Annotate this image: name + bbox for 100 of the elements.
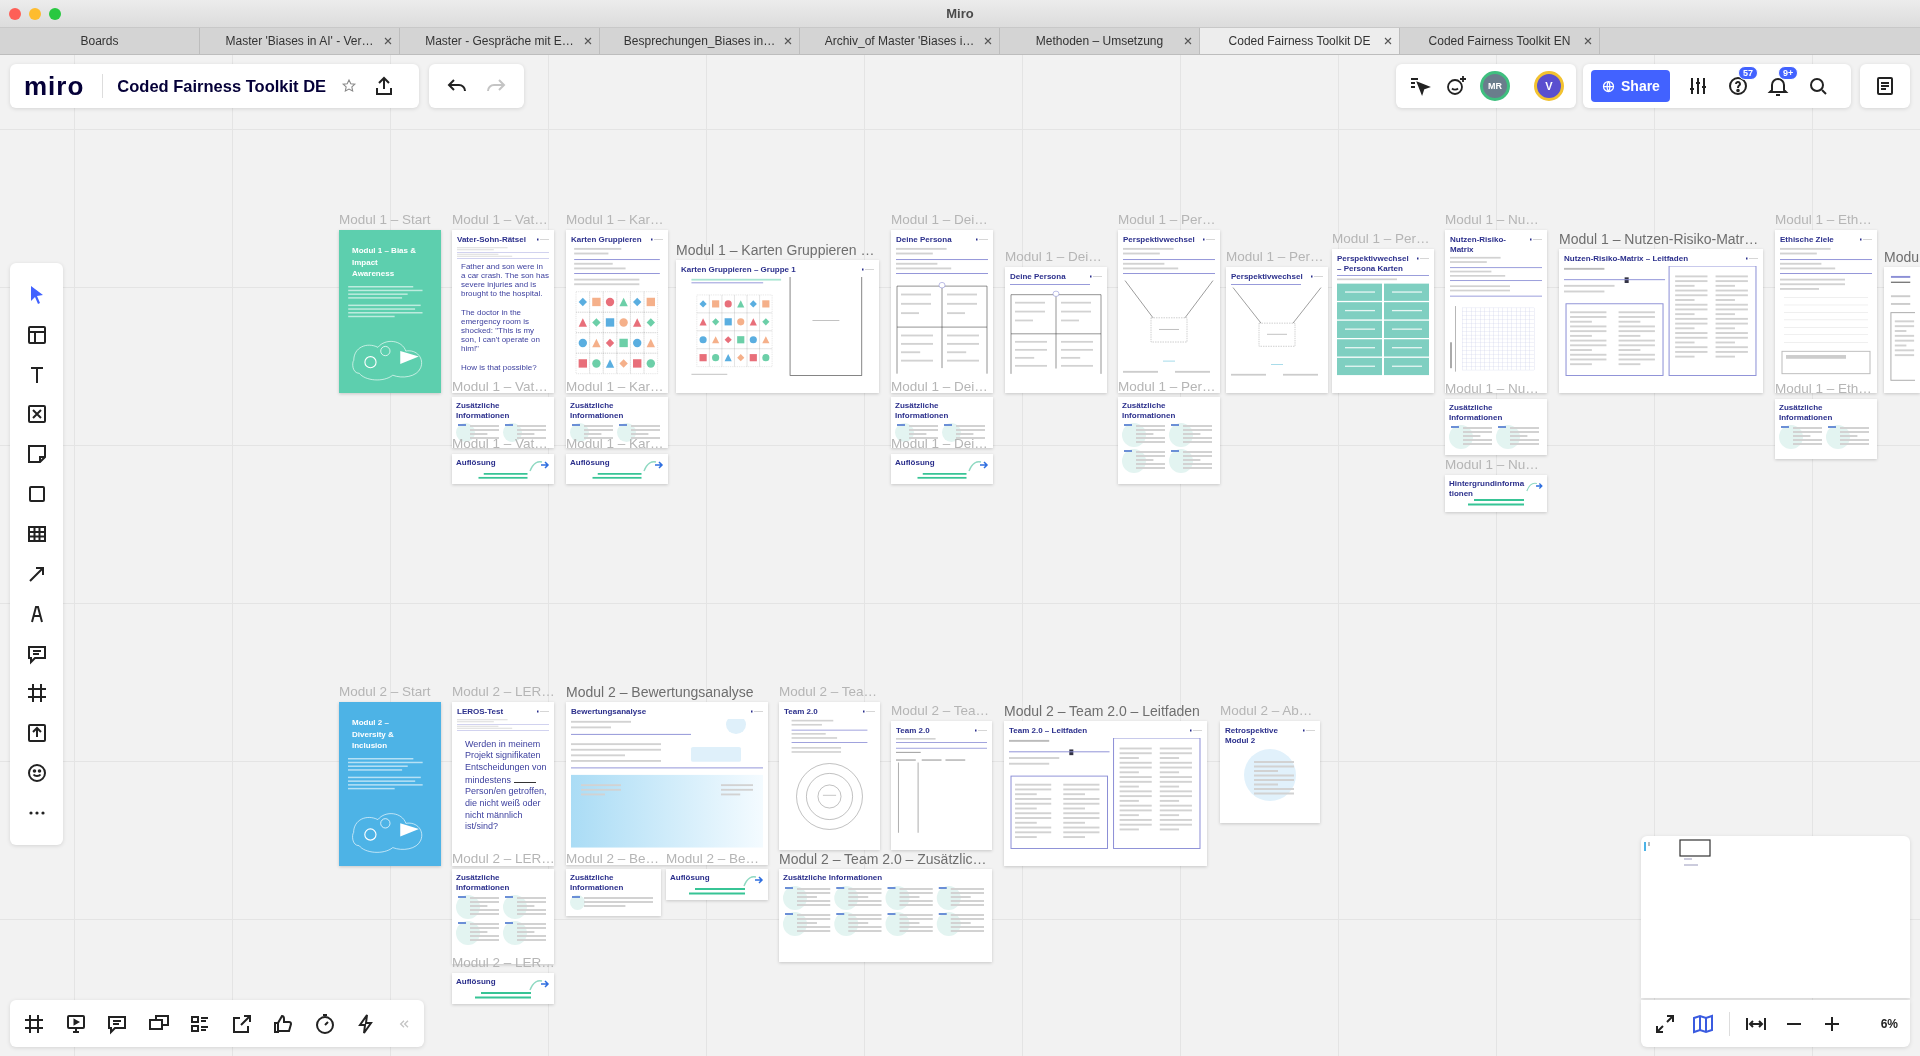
card-heading: Retrospektive Modul 2 xyxy=(1225,726,1279,746)
board-card[interactable]: Karten Gruppieren – Gruppe 1 xyxy=(676,260,879,393)
card-heading: Vater-Sohn-Rätsel xyxy=(457,235,526,245)
card-heading: Zusätzliche Informationen xyxy=(570,873,625,893)
logo-mark-icon xyxy=(537,237,549,242)
frame-title[interactable]: Modul 1 – Karten Gruppieren … xyxy=(676,242,875,258)
board-card[interactable]: Auflösung xyxy=(666,869,768,900)
card-heading: Zusätzliche Informationen xyxy=(1449,403,1504,423)
board-card[interactable]: Retrospektive Modul 2 xyxy=(1220,721,1320,823)
user-avatar[interactable]: V xyxy=(1534,71,1564,101)
riddle-text: Father and son were in a car crash. The son has severe injuries and is brought to the hospital. The doctor in the emergency room is shocked: "This is my son, I can't operate on him!" How is that possible? xyxy=(461,261,549,372)
board-card[interactable]: Zusätzliche Informationen xyxy=(1118,397,1220,484)
card-heading: Auflösung xyxy=(456,458,496,468)
card-heading: Team 2.0 – Leitfaden xyxy=(1009,726,1088,736)
minimap-viewport-drawing xyxy=(1643,839,1711,867)
card-heading: Zusätzliche Informationen xyxy=(783,873,884,883)
document-content-drawing xyxy=(1244,749,1296,802)
card-heading: Deine Persona xyxy=(1010,272,1066,282)
logo-mark-icon xyxy=(1746,256,1758,261)
frame-title[interactable]: Modul 2 – Team 2.0 – Zusätzlic… xyxy=(779,851,987,867)
logo-mark-icon xyxy=(1303,728,1315,733)
card-heading: Zusätzliche Informationen xyxy=(456,401,511,421)
board-card[interactable] xyxy=(452,230,554,393)
close-icon[interactable] xyxy=(983,36,993,46)
browser-tab[interactable]: Coded Fairness Toolkit DE xyxy=(1200,28,1400,54)
card-heading: Modul 1 – Bias & Impact Awareness xyxy=(351,245,417,281)
share-button[interactable]: Share xyxy=(1591,70,1670,102)
card-heading: Ethische Ziele xyxy=(1780,235,1834,245)
logo-mark-icon xyxy=(751,709,763,714)
add-reaction-icon[interactable] xyxy=(1444,74,1468,98)
link-text-drawing xyxy=(473,992,533,1000)
board-title[interactable]: Coded Fairness Toolkit DE xyxy=(117,76,327,96)
zoom-level[interactable]: 6% xyxy=(1880,1016,1898,1031)
board-card[interactable]: Zusätzliche Informationen xyxy=(1775,399,1877,459)
board-card[interactable]: Auflösung xyxy=(452,454,554,484)
board-card[interactable]: Team 2.0 xyxy=(779,702,880,850)
board-card[interactable]: Zusätzliche Informationen xyxy=(566,869,661,916)
board-card[interactable]: Perspektivwechsel – Persona Karten xyxy=(1332,249,1434,393)
miro-logo[interactable]: miro xyxy=(24,73,85,99)
card-heading: Auflösung xyxy=(570,458,610,468)
card-heading: Hintergrundinformationen xyxy=(1449,479,1525,499)
card-heading: Auflösung xyxy=(670,873,710,883)
logo-mark-icon xyxy=(862,267,874,272)
logo-mark-icon xyxy=(1530,237,1542,242)
card-heading: Modul 2 – Diversity & Inclusion xyxy=(351,717,395,753)
close-icon[interactable] xyxy=(783,36,793,46)
user-avatar[interactable]: MR xyxy=(1480,71,1510,101)
board-card[interactable]: Auflösung xyxy=(452,973,554,1004)
frame-title[interactable]: Modul 2 – Team 2.0 – Leitfaden xyxy=(1004,703,1200,719)
logo-mark-icon xyxy=(1417,256,1429,261)
question-text: Werden in meinem Projekt signifikaten Entscheidungen von mindestens Person/en getroffen, die nicht weiß oder nicht männlich ist/sind? xyxy=(465,738,548,834)
card-heading: Team 2.0 xyxy=(784,707,818,717)
card-heading: Karten Gruppieren xyxy=(571,235,642,245)
link-text-drawing xyxy=(687,888,747,896)
close-icon[interactable] xyxy=(1383,36,1393,46)
close-icon[interactable] xyxy=(1183,36,1193,46)
close-icon[interactable] xyxy=(383,36,393,46)
logo-mark-icon xyxy=(975,728,987,733)
window-title: Miro xyxy=(946,6,974,21)
frame-title[interactable]: Modul 2 – Bewertungsanalyse xyxy=(566,684,754,700)
card-heading: Perspektivwechsel – Persona Karten xyxy=(1337,254,1410,274)
card-heading: Nutzen-Risiko-Matrix – Leitfaden xyxy=(1564,254,1688,264)
logo-mark-icon xyxy=(976,237,988,242)
frame-title[interactable]: Modu xyxy=(1884,249,1920,265)
card-heading: Zusätzliche Informationen xyxy=(1779,403,1834,423)
frame-title[interactable]: Modul 1 – Nutzen-Risiko-Matr… xyxy=(1559,231,1759,247)
board-card[interactable]: Deine Persona xyxy=(1005,267,1107,393)
close-icon[interactable] xyxy=(1583,36,1593,46)
board-card[interactable]: Auflösung xyxy=(566,454,668,484)
board-card[interactable]: Team 2.0 – Leitfaden xyxy=(1004,721,1207,866)
close-icon[interactable] xyxy=(583,36,593,46)
card-heading: Nutzen-Risiko-Matrix xyxy=(1450,235,1507,255)
board-card[interactable]: Nutzen-Risiko-Matrix – Leitfaden xyxy=(1559,249,1763,393)
card-heading: Zusätzliche Informationen xyxy=(1122,401,1177,421)
card-heading: LEROS-Test xyxy=(457,707,504,717)
help-count-badge: 57 xyxy=(1737,66,1758,80)
board-card[interactable]: Zusätzliche Informationen xyxy=(779,869,992,962)
logo-mark-icon xyxy=(1860,237,1872,242)
card-heading: Karten Gruppieren – Gruppe 1 xyxy=(681,265,796,275)
link-text-drawing xyxy=(1466,499,1526,508)
logo-mark-icon xyxy=(1190,728,1202,733)
logo-mark-icon xyxy=(1090,274,1102,279)
card-heading: Auflösung xyxy=(895,458,935,468)
card-heading: Zusätzliche Informationen xyxy=(895,401,950,421)
card-heading: Zusätzliche Informationen xyxy=(570,401,625,421)
board-card[interactable]: Auflösung xyxy=(891,454,993,484)
logo-mark-icon xyxy=(863,709,875,714)
globe-icon xyxy=(1601,78,1616,94)
card-heading: Team 2.0 xyxy=(896,726,930,736)
board-card[interactable]: Zusätzliche Informationen xyxy=(1445,399,1547,455)
card-heading: Bewertungsanalyse xyxy=(571,707,647,717)
logo-mark-icon xyxy=(1311,274,1323,279)
board-card[interactable]: Perspektivwechsel xyxy=(1226,267,1328,393)
card-heading: Perspektivwechsel xyxy=(1231,272,1303,282)
notification-count-badge: 9+ xyxy=(1777,66,1799,80)
card-heading: Auflösung xyxy=(456,977,496,987)
board-card[interactable]: Team 2.0 xyxy=(891,721,992,850)
logo-mark-icon xyxy=(1203,237,1215,242)
board-card[interactable]: Hintergrundinformationen xyxy=(1445,475,1547,512)
logo-mark-icon xyxy=(537,709,549,714)
